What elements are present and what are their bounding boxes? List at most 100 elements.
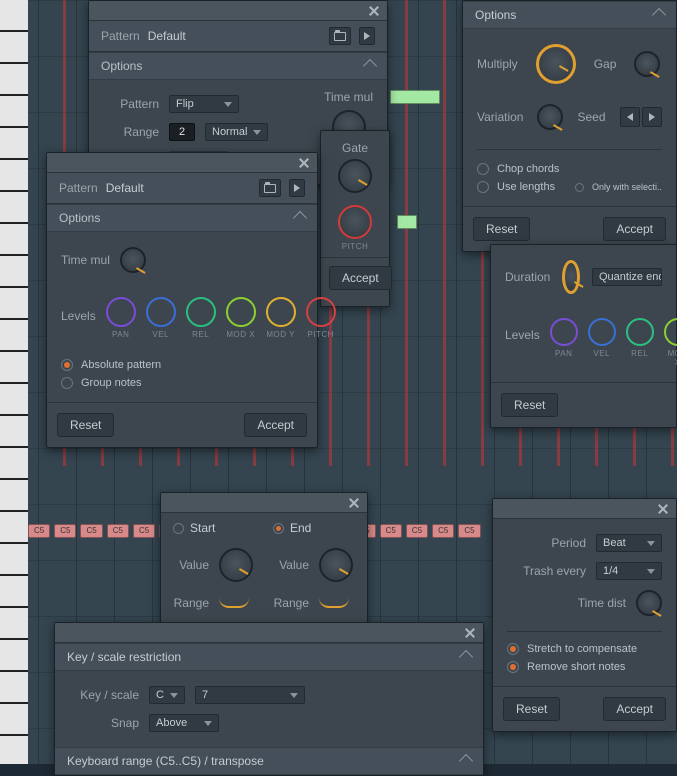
note-c5[interactable]: C5: [133, 524, 155, 538]
reset-button[interactable]: Reset: [57, 413, 114, 437]
use-lengths-radio[interactable]: Use lengths: [477, 178, 555, 196]
note-c5[interactable]: C5: [80, 524, 102, 538]
reset-button[interactable]: Reset: [501, 393, 558, 417]
radio-label: Remove short notes: [527, 661, 625, 673]
duration-knob[interactable]: [562, 260, 580, 294]
duration-label: Duration: [505, 270, 550, 284]
reset-button[interactable]: Reset: [473, 217, 530, 241]
play-button[interactable]: [289, 179, 305, 197]
note-c5[interactable]: C5: [380, 524, 402, 538]
vel-knob[interactable]: [588, 318, 616, 346]
snap-dropdown[interactable]: Above: [149, 714, 219, 732]
quantize-dropdown[interactable]: Quantize end: [592, 268, 662, 286]
titlebar[interactable]: [89, 1, 387, 21]
pattern-dropdown[interactable]: Flip: [169, 95, 239, 113]
time-dist-knob[interactable]: [636, 590, 662, 616]
accept-button[interactable]: Accept: [244, 413, 307, 437]
note-c5[interactable]: C5: [432, 524, 454, 538]
arpeggiator-panel-2: Pattern Default Options Time mul Levels …: [46, 152, 318, 448]
accept-button[interactable]: Accept: [603, 697, 666, 721]
close-icon[interactable]: [297, 156, 311, 170]
options-header[interactable]: Options: [89, 52, 387, 80]
chop-chords-radio[interactable]: Chop chords: [477, 160, 662, 178]
chevron-right-icon: [649, 113, 655, 121]
folder-button[interactable]: [329, 27, 351, 45]
pattern-label: Pattern: [103, 97, 159, 111]
only-selection-radio[interactable]: Only with selecti..: [575, 179, 662, 195]
pitch-knob[interactable]: [338, 205, 372, 239]
titlebar[interactable]: [47, 153, 317, 173]
close-icon[interactable]: [463, 626, 477, 640]
titlebar[interactable]: [493, 499, 676, 519]
close-icon[interactable]: [656, 502, 670, 516]
end-range-knob[interactable]: [319, 598, 349, 608]
options-header[interactable]: Options: [47, 204, 317, 232]
folder-button[interactable]: [259, 179, 281, 197]
gate-knob[interactable]: [338, 159, 372, 193]
pitch-knob[interactable]: [306, 297, 336, 327]
modx-knob[interactable]: [664, 318, 677, 346]
note-c5[interactable]: C5: [107, 524, 129, 538]
remove-short-radio[interactable]: Remove short notes: [507, 658, 662, 676]
range-mode-dropdown[interactable]: Normal: [205, 123, 268, 141]
seed-next-button[interactable]: [642, 107, 662, 127]
pattern-label: Pattern: [101, 29, 140, 43]
period-label: Period: [507, 536, 586, 550]
end-header[interactable]: End: [273, 521, 355, 535]
radio-icon: [507, 661, 519, 673]
variation-knob[interactable]: [537, 104, 563, 130]
section-title: Key / scale restriction: [67, 650, 181, 664]
vel-knob[interactable]: [146, 297, 176, 327]
play-button[interactable]: [359, 27, 375, 45]
start-value-knob[interactable]: [219, 548, 253, 582]
rel-knob[interactable]: [186, 297, 216, 327]
close-icon[interactable]: [347, 496, 361, 510]
multiply-knob[interactable]: [536, 44, 576, 84]
start-end-panel: Start Value Range End Value Range: [160, 492, 368, 624]
accept-button[interactable]: Accept: [329, 266, 392, 290]
chevron-down-icon: [253, 130, 261, 135]
pan-label: PAN: [555, 349, 572, 358]
absolute-pattern-radio[interactable]: Absolute pattern: [61, 356, 303, 374]
clip[interactable]: [390, 90, 440, 104]
start-header[interactable]: Start: [173, 521, 255, 535]
levels-label: Levels: [61, 309, 96, 323]
note-c5[interactable]: C5: [54, 524, 76, 538]
modx-knob[interactable]: [226, 297, 256, 327]
end-value-knob[interactable]: [319, 548, 353, 582]
period-dropdown[interactable]: Beat: [596, 534, 662, 552]
chevron-left-icon: [627, 113, 633, 121]
keyboard-range-header[interactable]: Keyboard range (C5..C5) / transpose: [55, 747, 483, 775]
pan-knob[interactable]: [550, 318, 578, 346]
pan-knob[interactable]: [106, 297, 136, 327]
trash-dropdown[interactable]: 1/4: [596, 562, 662, 580]
note-c5[interactable]: C5: [28, 524, 50, 538]
piano-keyboard[interactable]: [0, 0, 28, 764]
titlebar[interactable]: [161, 493, 367, 513]
dropdown-value: 1/4: [603, 565, 618, 577]
key-scale-header[interactable]: Key / scale restriction: [55, 643, 483, 671]
seed-prev-button[interactable]: [620, 107, 640, 127]
note-c5[interactable]: C5: [406, 524, 428, 538]
range-numbox[interactable]: 2: [169, 123, 195, 141]
key-dropdown[interactable]: C: [149, 686, 185, 704]
mody-knob[interactable]: [266, 297, 296, 327]
options-header[interactable]: Options: [463, 1, 676, 29]
time-mul-knob[interactable]: [120, 247, 146, 273]
rel-knob[interactable]: [626, 318, 654, 346]
accept-button[interactable]: Accept: [603, 217, 666, 241]
note-c5[interactable]: C5: [458, 524, 480, 538]
start-range-knob[interactable]: [219, 598, 249, 608]
clip[interactable]: [397, 215, 417, 229]
group-notes-radio[interactable]: Group notes: [61, 374, 303, 392]
stretch-radio[interactable]: Stretch to compensate: [507, 640, 662, 658]
range-label: Range: [103, 125, 159, 139]
scale-dropdown[interactable]: 7: [195, 686, 305, 704]
gate-pitch-panel: Gate PITCH Accept: [320, 130, 390, 307]
gate-label: Gate: [321, 141, 389, 155]
close-icon[interactable]: [367, 4, 381, 18]
gap-knob[interactable]: [634, 51, 660, 77]
section-title: Keyboard range (C5..C5) / transpose: [67, 754, 264, 768]
titlebar[interactable]: [55, 623, 483, 643]
reset-button[interactable]: Reset: [503, 697, 560, 721]
